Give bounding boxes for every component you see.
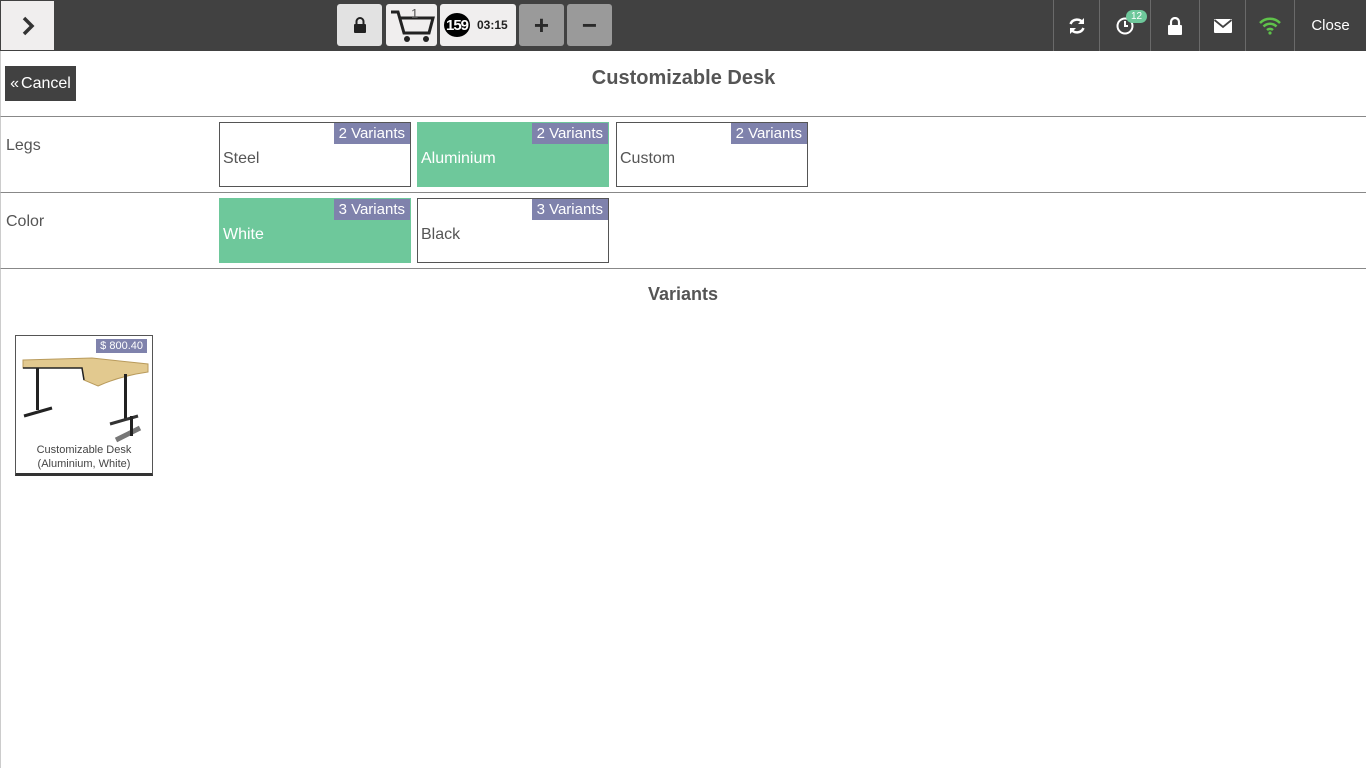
variants-heading: Variants [647,284,719,304]
attribute-row-color: Color 3 Variants White 3 Variants Black [0,193,1366,269]
divider [0,269,1,768]
product-attributes-line: (Aluminium, White) [37,458,131,470]
option-label: Custom [620,150,676,167]
minus-icon: − [581,10,598,40]
new-order-button[interactable]: + [519,4,564,46]
price-tag: $ 800.40 [96,339,147,353]
sync-button[interactable] [1053,0,1099,51]
lock-button[interactable] [1150,0,1199,51]
product-name: Customizable Desk (Aluminium, White) [16,443,152,471]
lock-icon [353,17,366,33]
page-title: Customizable Desk [591,67,776,89]
messages-button[interactable] [1199,0,1245,51]
order-selector-button[interactable]: 159 03:15 [440,4,516,46]
product-name-line: Customizable Desk [36,444,132,456]
status-toolbar: 12 Close [1053,0,1366,51]
attribute-row-legs: Legs 2 Variants Steel 2 Variants Alumini… [0,117,1366,193]
attribute-label: Legs [6,137,41,154]
product-configurator-header: « Cancel Customizable Desk [0,51,1366,117]
top-bar: 1 159 03:15 + − 12 Close [0,0,1366,51]
option-label: Aluminium [421,150,496,167]
desk-product-image [22,357,149,443]
wifi-icon [1259,17,1281,35]
option-label: Black [421,226,461,243]
variant-count-badge: 2 Variants [333,123,410,144]
option-white[interactable]: 3 Variants White [219,198,411,263]
cart-button[interactable]: 1 [386,4,437,46]
notification-badge: 12 [1126,10,1148,23]
option-black[interactable]: 3 Variants Black [417,198,609,263]
option-custom[interactable]: 2 Variants Custom [616,122,808,187]
menu-toggle-button[interactable] [1,1,54,50]
variant-count-badge: 2 Variants [730,123,807,144]
option-label: White [223,226,264,243]
close-button[interactable]: Close [1294,0,1366,51]
product-card[interactable]: $ 800.40 Customizable Desk (Aluminium, W… [15,335,153,476]
envelope-icon [1213,18,1232,33]
chevron-right-icon [22,16,34,35]
delete-order-button[interactable]: − [567,4,612,46]
option-label: Steel [223,150,260,167]
refresh-icon [1068,17,1085,34]
connection-status[interactable] [1245,0,1294,51]
variant-count-badge: 2 Variants [531,123,608,144]
plus-icon: + [533,10,550,40]
option-steel[interactable]: 2 Variants Steel [219,122,411,187]
attribute-label: Color [6,213,45,230]
pending-button[interactable]: 12 [1099,0,1150,51]
variant-count-badge: 3 Variants [531,199,608,220]
order-time: 03:15 [477,18,508,32]
variant-count-badge: 3 Variants [333,199,410,220]
lock-icon [1168,16,1182,35]
lock-screen-button[interactable] [337,4,382,46]
cart-count: 1 [411,6,419,21]
option-aluminium[interactable]: 2 Variants Aluminium [417,122,609,187]
order-number-badge: 159 [444,13,470,37]
